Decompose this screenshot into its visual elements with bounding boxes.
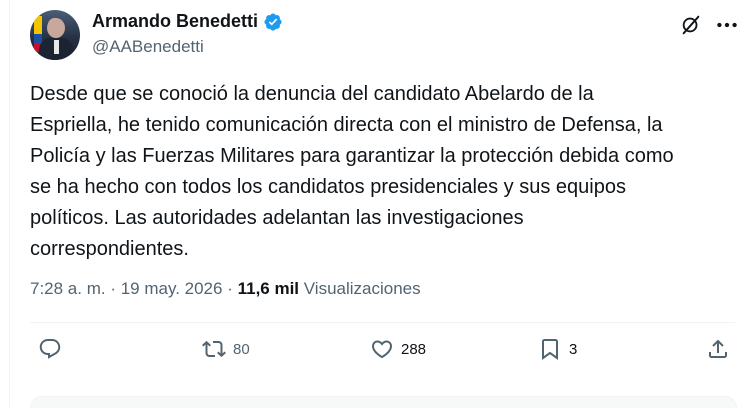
display-name[interactable]: Armando Benedetti [92,11,258,32]
like-button[interactable]: 288 [370,337,426,361]
tweet-time[interactable]: 7:28 a. m. [30,279,106,298]
avatar-face [47,18,65,38]
like-count: 288 [401,340,427,358]
views-label: Visualizaciones [299,279,421,298]
name-row: Armando Benedetti [92,11,283,32]
bookmark-count: 3 [569,340,578,358]
avatar-tie [54,40,59,54]
left-border [9,0,10,407]
heart-icon [371,340,393,359]
tweet-meta: 7:28 a. m. · 19 may. 2026 · 11,6 mil Vis… [30,279,421,299]
share-button[interactable] [706,337,730,361]
repost-button[interactable]: 80 [202,337,250,361]
bookmark-icon [542,339,558,360]
reply-compose-area[interactable] [30,396,737,408]
reply-button[interactable] [38,337,69,361]
grok-icon[interactable] [680,14,702,36]
meta-separator: · [222,279,238,298]
reply-icon [39,339,61,359]
more-icon[interactable] [714,12,740,38]
views-count: 11,6 mil [237,279,300,298]
repost-icon [202,340,226,358]
share-icon [709,339,727,358]
meta-separator: · [105,279,121,298]
verified-badge-icon[interactable] [263,12,283,32]
bookmark-button[interactable]: 3 [538,337,577,361]
tweet-text: Desde que se conoció la denuncia del can… [30,83,674,260]
user-handle[interactable]: @AABenedetti [92,37,204,57]
tweet-header: Armando Benedetti @AABenedetti [30,8,740,62]
tweet-date[interactable]: 19 may. 2026 [121,279,223,298]
repost-count: 80 [233,340,250,358]
avatar[interactable] [30,10,80,60]
divider [30,322,735,323]
action-bar: 80 288 3 [30,337,735,369]
